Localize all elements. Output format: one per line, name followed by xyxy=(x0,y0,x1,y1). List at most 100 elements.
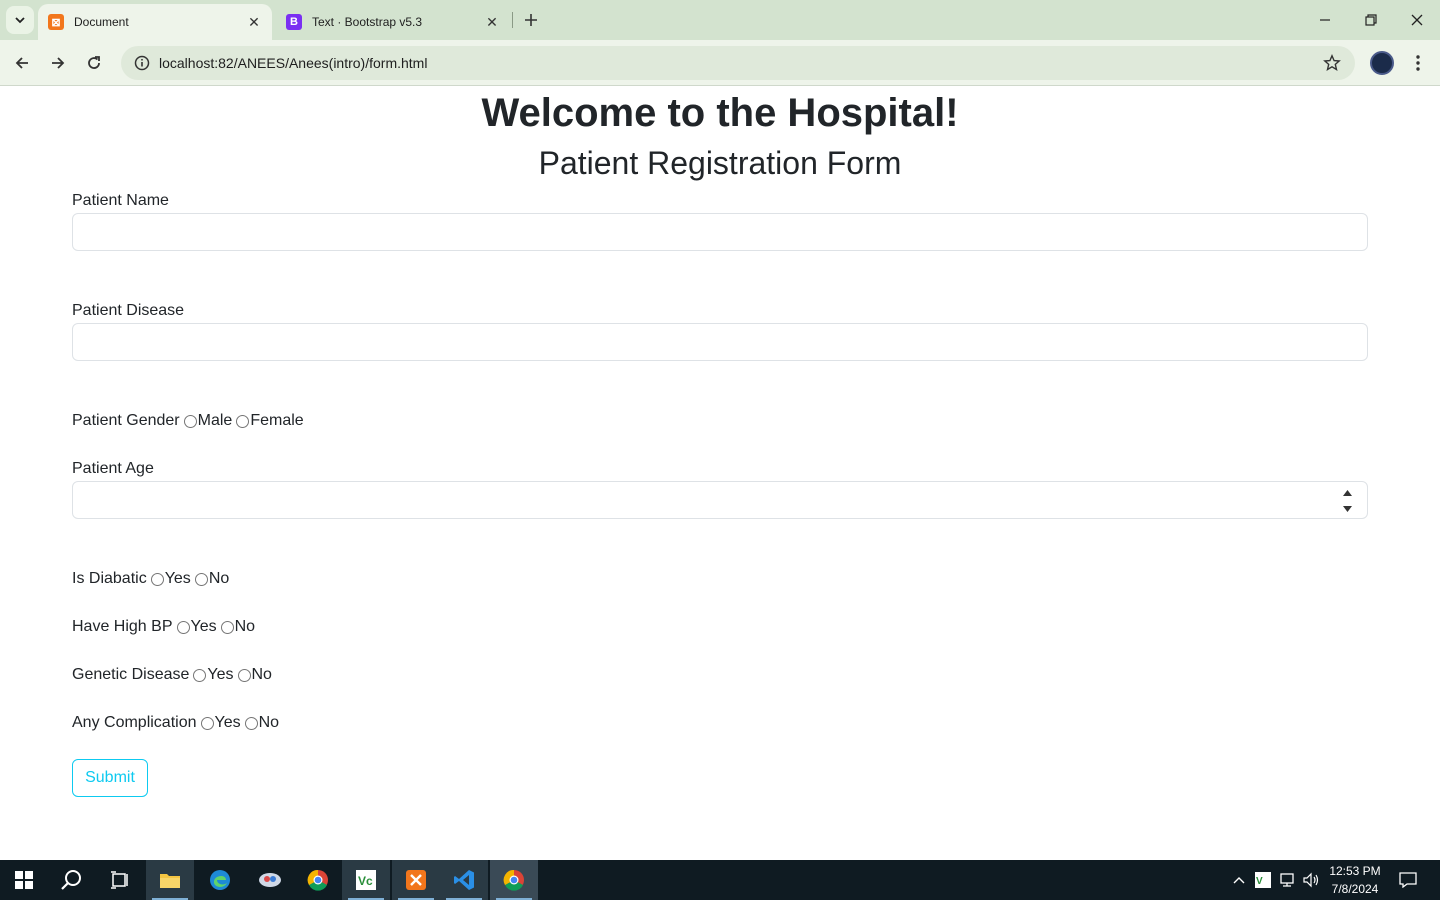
tab-document[interactable]: ⊠ Document ✕ xyxy=(38,4,272,40)
high-bp-yes-radio[interactable] xyxy=(176,620,190,634)
submit-button[interactable]: Submit xyxy=(72,759,148,797)
genetic-disease-no-label: No xyxy=(251,666,272,683)
taskbar-xampp[interactable] xyxy=(392,860,440,900)
patient-age-label: Patient Age xyxy=(72,460,154,477)
taskbar-chrome[interactable] xyxy=(294,860,342,900)
close-window-button[interactable] xyxy=(1394,0,1440,40)
gender-female-radio[interactable] xyxy=(236,414,250,428)
bookmark-star-icon[interactable] xyxy=(1323,54,1341,77)
start-button[interactable] xyxy=(0,860,48,900)
notification-center-button[interactable] xyxy=(1396,860,1420,900)
reload-icon xyxy=(88,56,100,69)
back-button[interactable] xyxy=(8,49,36,77)
xampp-icon xyxy=(406,870,426,890)
diabetic-no-label: No xyxy=(208,570,230,587)
taskbar-vscode[interactable] xyxy=(440,860,488,900)
gender-female-label: Female xyxy=(250,412,304,429)
taskbar-search-button[interactable] xyxy=(48,860,96,900)
site-info-icon[interactable] xyxy=(125,55,159,71)
taskbar-file-explorer[interactable] xyxy=(146,860,194,900)
xampp-icon: ⊠ xyxy=(48,14,64,30)
svg-text:Vc: Vc xyxy=(358,874,373,888)
tab-search-button[interactable] xyxy=(6,6,34,34)
high-bp-yes-label: Yes xyxy=(190,618,217,635)
windows-logo-icon xyxy=(15,871,33,889)
patient-name-input[interactable] xyxy=(72,213,1368,251)
plus-icon xyxy=(525,14,537,26)
url-text: localhost:82/ANEES/Anees(intro)/form.htm… xyxy=(159,55,428,71)
diabetic-no-radio[interactable] xyxy=(194,572,208,586)
genetic-disease-yes-label: Yes xyxy=(207,666,234,683)
tab-separator xyxy=(512,12,513,28)
gender-male-radio[interactable] xyxy=(183,414,197,428)
task-view-button[interactable] xyxy=(96,860,144,900)
complication-yes-radio[interactable] xyxy=(200,716,214,730)
arrow-left-icon xyxy=(15,57,28,69)
minimize-button[interactable] xyxy=(1302,0,1348,40)
browser-tabstrip: ⊠ Document ✕ B Text · Bootstrap v5.3 ✕ xyxy=(0,0,1440,40)
folder-icon xyxy=(160,874,180,888)
high-bp-no-radio[interactable] xyxy=(220,620,234,634)
profile-avatar[interactable] xyxy=(1370,51,1394,75)
high-bp-label: Have High BP xyxy=(72,618,173,635)
tab-title: Text · Bootstrap v5.3 xyxy=(312,15,423,29)
complication-no-radio[interactable] xyxy=(244,716,258,730)
restore-icon xyxy=(1365,14,1377,26)
diabetic-label: Is Diabatic xyxy=(72,570,147,587)
patient-age-input[interactable] xyxy=(72,481,1368,519)
new-tab-button[interactable] xyxy=(519,8,543,32)
tab-bootstrap[interactable]: B Text · Bootstrap v5.3 ✕ xyxy=(276,4,510,40)
search-icon xyxy=(61,870,81,890)
restore-button[interactable] xyxy=(1348,0,1394,40)
show-hidden-icons-button[interactable] xyxy=(1228,860,1250,900)
complication-no-label: No xyxy=(258,714,280,731)
diabetic-yes-label: Yes xyxy=(164,570,191,587)
svg-text:V: V xyxy=(1256,876,1263,887)
patient-disease-label: Patient Disease xyxy=(72,302,185,319)
taskbar-vnc[interactable]: Vc xyxy=(342,860,390,900)
tray-vnc-icon[interactable]: V xyxy=(1252,860,1274,900)
vscode-icon xyxy=(454,870,474,890)
taskbar-chrome-profile[interactable] xyxy=(490,860,538,900)
number-spinner[interactable] xyxy=(1341,490,1353,512)
close-icon xyxy=(1411,14,1423,26)
high-bp-group: Have High BP Yes No xyxy=(72,618,255,636)
page-title: Welcome to the Hospital! xyxy=(481,91,959,135)
clock-time: 12:53 PM xyxy=(1329,864,1381,878)
browser-toolbar: localhost:82/ANEES/Anees(intro)/form.htm… xyxy=(0,40,1440,86)
taskbar-edge[interactable] xyxy=(196,860,244,900)
browser-menu-button[interactable] xyxy=(1408,51,1428,75)
page-content: Welcome to the Hospital! Patient Registr… xyxy=(0,87,1440,860)
taskbar-clock[interactable]: 12:53 PM 7/8/2024 xyxy=(1318,862,1392,898)
gender-label: Patient Gender xyxy=(72,412,180,429)
windows-taskbar: Vc V 12:53 PM 7/8/2024 xyxy=(0,860,1440,900)
vnc-icon: Vc xyxy=(356,870,376,890)
patient-disease-input[interactable] xyxy=(72,323,1368,361)
tab-title: Document xyxy=(74,15,129,29)
complication-label: Any Complication xyxy=(72,714,197,731)
task-view-icon xyxy=(111,871,128,889)
genetic-disease-label: Genetic Disease xyxy=(72,666,190,683)
network-icon[interactable] xyxy=(1276,860,1298,900)
chevron-up-icon xyxy=(1233,877,1245,884)
close-icon[interactable]: ✕ xyxy=(246,14,262,30)
edge-icon xyxy=(210,870,230,890)
genetic-disease-yes-radio[interactable] xyxy=(193,668,207,682)
spin-down-icon xyxy=(1342,506,1352,512)
arrow-right-icon xyxy=(52,57,65,69)
complication-group: Any Complication Yes No xyxy=(72,714,279,732)
diabetic-group: Is Diabatic Yes No xyxy=(72,570,229,588)
patient-name-label: Patient Name xyxy=(72,192,169,209)
genetic-disease-no-radio[interactable] xyxy=(237,668,251,682)
chevron-down-icon xyxy=(15,17,25,24)
taskbar-app-parrot[interactable] xyxy=(246,860,294,900)
diabetic-yes-radio[interactable] xyxy=(150,572,164,586)
close-icon[interactable]: ✕ xyxy=(484,14,500,30)
address-bar[interactable]: localhost:82/ANEES/Anees(intro)/form.htm… xyxy=(121,46,1355,80)
gender-group: Patient Gender Male Female xyxy=(72,412,304,430)
gender-male-label: Male xyxy=(197,412,233,429)
reload-button[interactable] xyxy=(80,49,108,77)
high-bp-no-label: No xyxy=(234,618,256,635)
forward-button[interactable] xyxy=(44,49,72,77)
parrot-app-icon xyxy=(259,873,281,887)
